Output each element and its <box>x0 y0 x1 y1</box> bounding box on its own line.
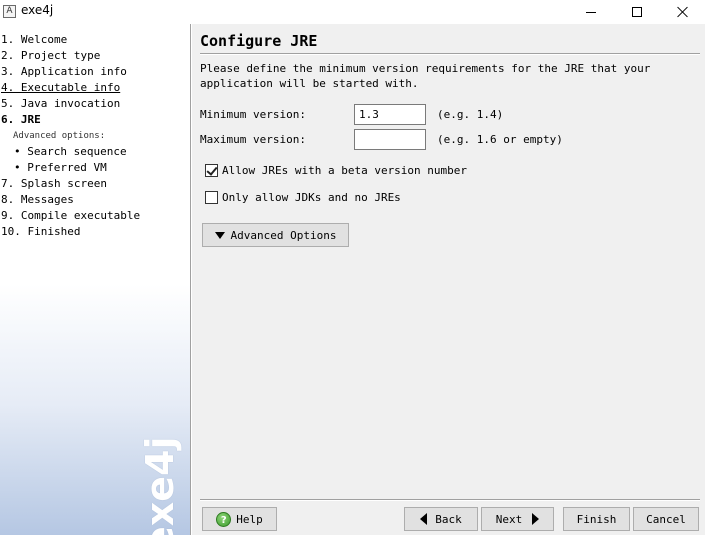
step-project-type[interactable]: 2. Project type <box>0 48 140 64</box>
step-label: • Preferred VM <box>14 161 107 174</box>
step-executable-info[interactable]: 4. Executable info <box>0 80 140 96</box>
max-version-input[interactable] <box>354 129 426 150</box>
only-jdks-row[interactable]: Only allow JDKs and no JREs <box>205 191 401 204</box>
title-bar: A exe4j <box>0 0 705 24</box>
step-label: 3. Application info <box>1 65 127 78</box>
finish-label: Finish <box>576 512 617 526</box>
help-label: Help <box>236 512 263 526</box>
window-title: exe4j <box>21 3 54 17</box>
advanced-options-header: Advanced options: <box>13 131 106 141</box>
step-label: 9. Compile executable <box>1 209 141 222</box>
step-label: 4. Executable info <box>1 81 121 94</box>
step-preferred-vm[interactable]: • Preferred VM <box>0 160 140 176</box>
step-list: 1. Welcome 2. Project type 3. Applicatio… <box>0 32 140 240</box>
page-title: Configure JRE <box>200 32 318 50</box>
advanced-options-button[interactable]: Advanced Options <box>202 223 349 247</box>
step-label: 8. Messages <box>1 193 74 206</box>
max-version-hint: (e.g. 1.6 or empty) <box>437 133 563 146</box>
allow-beta-label: Allow JREs with a beta version number <box>222 164 468 177</box>
page-description: Please define the minimum version requir… <box>200 62 651 90</box>
step-label: 10. Finished <box>1 225 81 238</box>
step-finished[interactable]: 10. Finished <box>0 224 140 240</box>
step-splash-screen[interactable]: 7. Splash screen <box>0 176 140 192</box>
step-label: • Search sequence <box>14 145 127 158</box>
maximize-button[interactable] <box>614 0 660 24</box>
step-label: 2. Project type <box>1 49 101 62</box>
cancel-label: Cancel <box>646 512 686 526</box>
step-application-info[interactable]: 3. Application info <box>0 64 140 80</box>
step-welcome[interactable]: 1. Welcome <box>0 32 140 48</box>
minimize-button[interactable] <box>568 0 614 24</box>
max-version-label: Maximum version: <box>200 133 306 146</box>
only-jdks-label: Only allow JDKs and no JREs <box>222 191 401 204</box>
finish-button[interactable]: Finish <box>563 507 630 531</box>
next-button[interactable]: Next <box>481 507 554 531</box>
arrow-right-icon <box>532 513 540 525</box>
step-label: 5. Java invocation <box>1 97 121 110</box>
footer-separator <box>200 499 700 501</box>
arrow-left-icon <box>420 513 428 525</box>
step-java-invocation[interactable]: 5. Java invocation <box>0 96 140 112</box>
min-version-input[interactable]: 1.3 <box>354 104 426 125</box>
allow-beta-checkbox[interactable] <box>205 164 218 177</box>
cancel-button[interactable]: Cancel <box>633 507 699 531</box>
triangle-down-icon <box>214 231 225 239</box>
content-panel: Configure JRE Please define the minimum … <box>192 24 705 535</box>
help-button[interactable]: ? Help <box>202 507 277 531</box>
step-messages[interactable]: 8. Messages <box>0 192 140 208</box>
wizard-steps-panel: 1. Welcome 2. Project type 3. Applicatio… <box>0 24 190 535</box>
step-search-sequence[interactable]: • Search sequence <box>0 144 140 160</box>
app-icon: A <box>3 5 16 18</box>
exe4j-logo-watermark: exe4j <box>138 436 184 535</box>
step-label: 7. Splash screen <box>1 177 107 190</box>
step-label: 1. Welcome <box>1 33 68 46</box>
step-label: 6. JRE <box>1 113 41 126</box>
help-icon: ? <box>216 511 232 527</box>
back-label: Back <box>435 512 462 526</box>
watermark-text: exe4j <box>138 436 182 535</box>
back-button[interactable]: Back <box>404 507 478 531</box>
close-button[interactable] <box>660 0 705 24</box>
minimize-icon <box>586 11 596 13</box>
step-compile-executable[interactable]: 9. Compile executable <box>0 208 140 224</box>
maximize-icon <box>632 7 642 17</box>
min-version-label: Minimum version: <box>200 108 306 121</box>
only-jdks-checkbox[interactable] <box>205 191 218 204</box>
allow-beta-row[interactable]: Allow JREs with a beta version number <box>205 164 467 177</box>
close-icon <box>677 6 689 18</box>
next-label: Next <box>495 512 523 526</box>
title-separator <box>200 53 700 55</box>
advanced-options-label: Advanced Options <box>230 228 337 242</box>
min-version-hint: (e.g. 1.4) <box>437 108 504 121</box>
step-jre[interactable]: 6. JRE <box>0 112 140 128</box>
